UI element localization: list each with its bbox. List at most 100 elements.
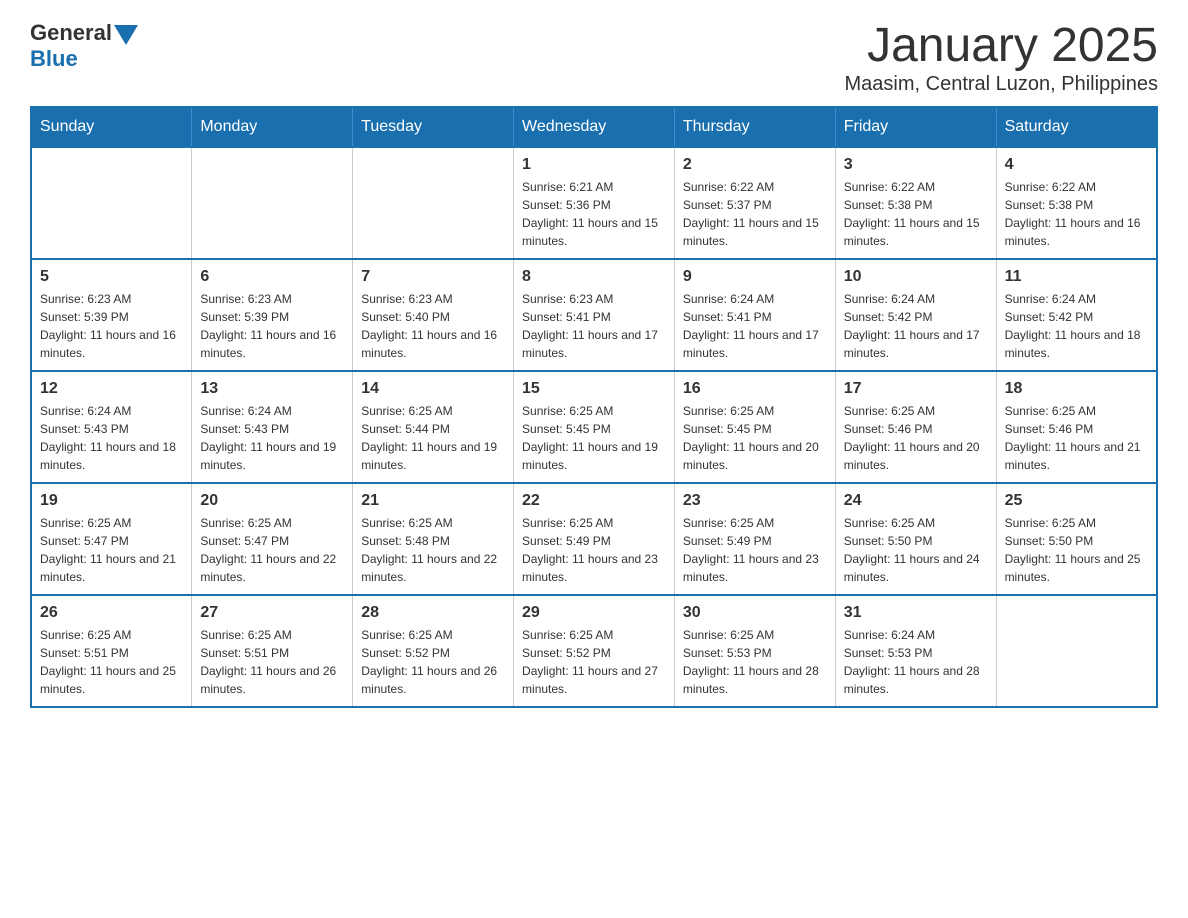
calendar-cell: 21 Sunrise: 6:25 AMSunset: 5:48 PMDayligh… bbox=[353, 483, 514, 595]
day-info: Sunrise: 6:24 AMSunset: 5:43 PMDaylight:… bbox=[200, 402, 344, 474]
day-info: Sunrise: 6:23 AMSunset: 5:40 PMDaylight:… bbox=[361, 290, 505, 362]
calendar-cell: 29 Sunrise: 6:25 AMSunset: 5:52 PMDayligh… bbox=[514, 595, 675, 707]
location-title: Maasim, Central Luzon, Philippines bbox=[845, 73, 1159, 96]
day-info: Sunrise: 6:24 AMSunset: 5:43 PMDaylight:… bbox=[40, 402, 183, 474]
calendar-cell: 6 Sunrise: 6:23 AMSunset: 5:39 PMDaylight… bbox=[192, 259, 353, 371]
calendar-cell: 16 Sunrise: 6:25 AMSunset: 5:45 PMDayligh… bbox=[674, 371, 835, 483]
calendar-cell: 25 Sunrise: 6:25 AMSunset: 5:50 PMDayligh… bbox=[996, 483, 1157, 595]
day-info: Sunrise: 6:25 AMSunset: 5:45 PMDaylight:… bbox=[683, 402, 827, 474]
day-info: Sunrise: 6:25 AMSunset: 5:45 PMDaylight:… bbox=[522, 402, 666, 474]
day-number: 12 bbox=[40, 380, 183, 398]
day-number: 26 bbox=[40, 604, 183, 622]
calendar-cell: 31Sunrise: 6:24 AMSunset: 5:53 PMDayligh… bbox=[835, 595, 996, 707]
calendar-cell: 20Sunrise: 6:25 AMSunset: 5:47 PMDayligh… bbox=[192, 483, 353, 595]
calendar-cell: 15 Sunrise: 6:25 AMSunset: 5:45 PMDayligh… bbox=[514, 371, 675, 483]
day-number: 8 bbox=[522, 268, 666, 286]
day-number: 25 bbox=[1005, 492, 1148, 510]
calendar-cell: 12 Sunrise: 6:24 AMSunset: 5:43 PMDayligh… bbox=[31, 371, 192, 483]
day-info: Sunrise: 6:22 AMSunset: 5:37 PMDaylight:… bbox=[683, 178, 827, 250]
day-info: Sunrise: 6:21 AMSunset: 5:36 PMDaylight:… bbox=[522, 178, 666, 250]
day-info: Sunrise: 6:23 AMSunset: 5:39 PMDaylight:… bbox=[200, 290, 344, 362]
logo-general-text: General bbox=[30, 20, 112, 46]
calendar-week-row: 26 Sunrise: 6:25 AMSunset: 5:51 PMDayligh… bbox=[31, 595, 1157, 707]
calendar-cell bbox=[192, 147, 353, 259]
calendar-cell: 4Sunrise: 6:22 AMSunset: 5:38 PMDaylight… bbox=[996, 147, 1157, 259]
day-number: 11 bbox=[1005, 268, 1148, 286]
calendar-cell: 2 Sunrise: 6:22 AMSunset: 5:37 PMDaylight… bbox=[674, 147, 835, 259]
day-info: Sunrise: 6:25 AMSunset: 5:51 PMDaylight:… bbox=[200, 626, 344, 698]
day-number: 1 bbox=[522, 156, 666, 174]
day-number: 7 bbox=[361, 268, 505, 286]
day-number: 6 bbox=[200, 268, 344, 286]
day-info: Sunrise: 6:25 AMSunset: 5:50 PMDaylight:… bbox=[844, 514, 988, 586]
day-number: 15 bbox=[522, 380, 666, 398]
calendar-cell bbox=[353, 147, 514, 259]
calendar-cell: 24 Sunrise: 6:25 AMSunset: 5:50 PMDayligh… bbox=[835, 483, 996, 595]
calendar-cell: 18 Sunrise: 6:25 AMSunset: 5:46 PMDayligh… bbox=[996, 371, 1157, 483]
calendar-cell: 26Sunrise: 6:25 AMSunset: 5:51 PMDayligh… bbox=[31, 595, 192, 707]
calendar-cell: 22 Sunrise: 6:25 AMSunset: 5:49 PMDayligh… bbox=[514, 483, 675, 595]
calendar-cell: 1 Sunrise: 6:21 AMSunset: 5:36 PMDaylight… bbox=[514, 147, 675, 259]
day-info: Sunrise: 6:25 AMSunset: 5:52 PMDaylight:… bbox=[522, 626, 666, 698]
day-info: Sunrise: 6:25 AMSunset: 5:48 PMDaylight:… bbox=[361, 514, 505, 586]
calendar-cell: 19Sunrise: 6:25 AMSunset: 5:47 PMDayligh… bbox=[31, 483, 192, 595]
calendar-table: SundayMondayTuesdayWednesdayThursdayFrid… bbox=[30, 106, 1158, 708]
calendar-cell: 23 Sunrise: 6:25 AMSunset: 5:49 PMDayligh… bbox=[674, 483, 835, 595]
day-info: Sunrise: 6:25 AMSunset: 5:46 PMDaylight:… bbox=[844, 402, 988, 474]
calendar-header-friday: Friday bbox=[835, 107, 996, 147]
day-number: 16 bbox=[683, 380, 827, 398]
logo-triangle-icon bbox=[114, 25, 138, 45]
day-info: Sunrise: 6:24 AMSunset: 5:41 PMDaylight:… bbox=[683, 290, 827, 362]
calendar-header-tuesday: Tuesday bbox=[353, 107, 514, 147]
logo: General Blue bbox=[30, 20, 138, 72]
day-number: 13 bbox=[200, 380, 344, 398]
calendar-header-sunday: Sunday bbox=[31, 107, 192, 147]
day-info: Sunrise: 6:25 AMSunset: 5:50 PMDaylight:… bbox=[1005, 514, 1148, 586]
day-number: 27 bbox=[200, 604, 344, 622]
day-info: Sunrise: 6:25 AMSunset: 5:49 PMDaylight:… bbox=[683, 514, 827, 586]
day-info: Sunrise: 6:23 AMSunset: 5:39 PMDaylight:… bbox=[40, 290, 183, 362]
day-info: Sunrise: 6:25 AMSunset: 5:46 PMDaylight:… bbox=[1005, 402, 1148, 474]
day-number: 30 bbox=[683, 604, 827, 622]
day-number: 21 bbox=[361, 492, 505, 510]
title-section: January 2025 Maasim, Central Luzon, Phil… bbox=[845, 20, 1159, 96]
day-info: Sunrise: 6:24 AMSunset: 5:42 PMDaylight:… bbox=[844, 290, 988, 362]
day-number: 2 bbox=[683, 156, 827, 174]
day-number: 20 bbox=[200, 492, 344, 510]
day-number: 10 bbox=[844, 268, 988, 286]
day-info: Sunrise: 6:22 AMSunset: 5:38 PMDaylight:… bbox=[1005, 178, 1148, 250]
calendar-cell bbox=[996, 595, 1157, 707]
day-info: Sunrise: 6:24 AMSunset: 5:42 PMDaylight:… bbox=[1005, 290, 1148, 362]
day-number: 9 bbox=[683, 268, 827, 286]
calendar-cell: 28Sunrise: 6:25 AMSunset: 5:52 PMDayligh… bbox=[353, 595, 514, 707]
calendar-cell: 30Sunrise: 6:25 AMSunset: 5:53 PMDayligh… bbox=[674, 595, 835, 707]
calendar-cell: 14 Sunrise: 6:25 AMSunset: 5:44 PMDayligh… bbox=[353, 371, 514, 483]
calendar-week-row: 19Sunrise: 6:25 AMSunset: 5:47 PMDayligh… bbox=[31, 483, 1157, 595]
day-number: 23 bbox=[683, 492, 827, 510]
day-info: Sunrise: 6:25 AMSunset: 5:52 PMDaylight:… bbox=[361, 626, 505, 698]
calendar-header-thursday: Thursday bbox=[674, 107, 835, 147]
day-number: 29 bbox=[522, 604, 666, 622]
day-info: Sunrise: 6:25 AMSunset: 5:49 PMDaylight:… bbox=[522, 514, 666, 586]
day-number: 14 bbox=[361, 380, 505, 398]
month-title: January 2025 bbox=[845, 20, 1159, 73]
calendar-cell bbox=[31, 147, 192, 259]
day-info: Sunrise: 6:25 AMSunset: 5:44 PMDaylight:… bbox=[361, 402, 505, 474]
day-number: 19 bbox=[40, 492, 183, 510]
calendar-cell: 13 Sunrise: 6:24 AMSunset: 5:43 PMDayligh… bbox=[192, 371, 353, 483]
calendar-header-wednesday: Wednesday bbox=[514, 107, 675, 147]
calendar-cell: 5Sunrise: 6:23 AMSunset: 5:39 PMDaylight… bbox=[31, 259, 192, 371]
day-number: 18 bbox=[1005, 380, 1148, 398]
day-number: 22 bbox=[522, 492, 666, 510]
calendar-cell: 11 Sunrise: 6:24 AMSunset: 5:42 PMDayligh… bbox=[996, 259, 1157, 371]
day-number: 24 bbox=[844, 492, 988, 510]
day-number: 17 bbox=[844, 380, 988, 398]
day-info: Sunrise: 6:22 AMSunset: 5:38 PMDaylight:… bbox=[844, 178, 988, 250]
logo-blue-text: Blue bbox=[30, 46, 78, 72]
day-number: 3 bbox=[844, 156, 988, 174]
calendar-header-monday: Monday bbox=[192, 107, 353, 147]
calendar-cell: 8Sunrise: 6:23 AMSunset: 5:41 PMDaylight… bbox=[514, 259, 675, 371]
calendar-week-row: 5Sunrise: 6:23 AMSunset: 5:39 PMDaylight… bbox=[31, 259, 1157, 371]
day-number: 31 bbox=[844, 604, 988, 622]
calendar-cell: 9 Sunrise: 6:24 AMSunset: 5:41 PMDaylight… bbox=[674, 259, 835, 371]
